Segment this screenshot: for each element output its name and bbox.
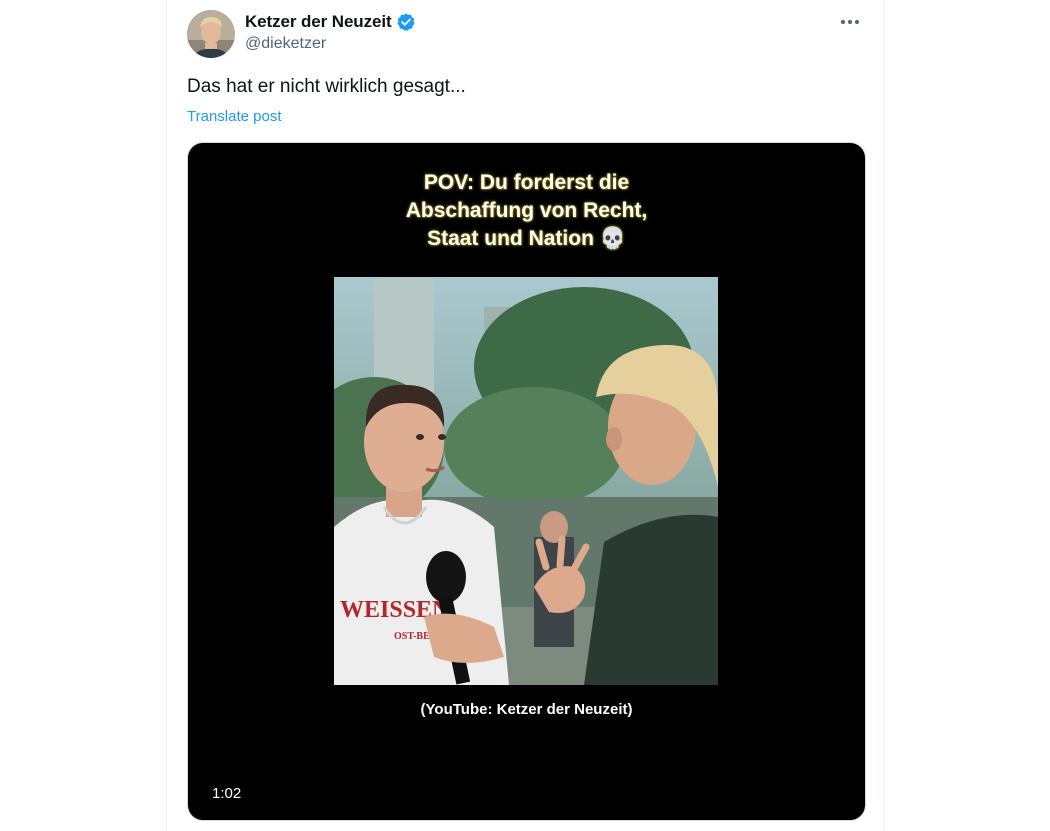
overlay-title-line: POV: Du forderst die [423,171,630,194]
author-name-row: Ketzer der Neuzeit [245,10,416,34]
post-column: Ketzer der Neuzeit @dieketzer Das hat er… [166,0,885,831]
more-dots-icon [841,20,859,24]
video-overlay-title: POV: Du forderst die Abschaffung von Rec… [188,169,865,253]
video-player[interactable]: POV: Du forderst die Abschaffung von Rec… [187,142,866,821]
overlay-title-line: Staat und Nation 💀 [427,227,626,250]
verified-badge-icon[interactable] [396,12,416,32]
author-avatar[interactable] [187,10,235,58]
overlay-title-line: Abschaffung von Recht, [405,199,648,222]
video-frame: WEISSEN OST-BERLIN [334,277,718,685]
interview-scene-image: WEISSEN OST-BERLIN [334,277,718,685]
author-handle[interactable]: @dieketzer [245,35,416,53]
page: Ketzer der Neuzeit @dieketzer Das hat er… [0,0,1050,831]
person-avatar-icon [187,10,235,58]
author-info: Ketzer der Neuzeit @dieketzer [245,10,416,53]
video-source-credit: (YouTube: Ketzer der Neuzeit) [420,701,633,718]
author-display-name[interactable]: Ketzer der Neuzeit [245,12,392,32]
video-duration: 1:02 [212,785,242,802]
post-text: Das hat er nicht wirklich gesagt... [187,76,466,97]
more-options-button[interactable] [836,8,864,36]
translate-post-link[interactable]: Translate post [187,108,282,125]
